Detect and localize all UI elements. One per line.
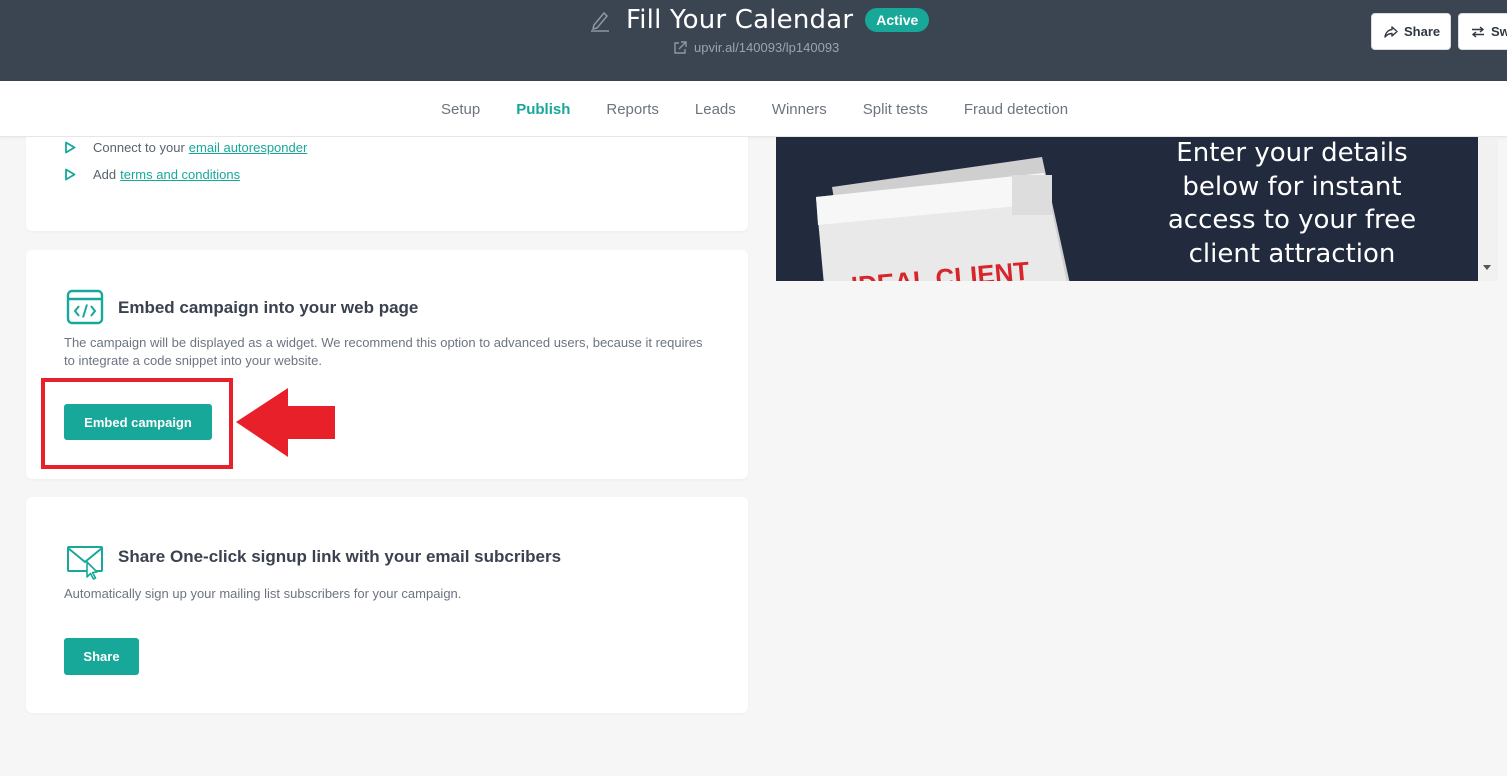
play-triangle-icon — [64, 168, 76, 181]
embed-card-title: Embed campaign into your web page — [118, 298, 419, 317]
terms-and-conditions-link[interactable]: terms and conditions — [120, 167, 240, 182]
swap-arrows-icon — [1471, 25, 1485, 38]
tab-split-tests[interactable]: Split tests — [863, 101, 928, 118]
tab-publish[interactable]: Publish — [516, 101, 570, 118]
scroll-down-arrow-icon[interactable] — [1481, 262, 1493, 272]
external-link-icon — [673, 40, 687, 55]
status-badge: Active — [865, 8, 930, 32]
tab-winners[interactable]: Winners — [772, 101, 827, 118]
header-share-button[interactable]: Share — [1371, 13, 1451, 50]
tab-reports[interactable]: Reports — [606, 101, 659, 118]
ebook-cover-image: IDEAL CLIENT — [816, 157, 1070, 281]
tab-leads[interactable]: Leads — [695, 101, 736, 118]
url-text[interactable]: upvir.al/140093/lp140093 — [694, 40, 839, 55]
share-arrow-icon — [1384, 25, 1398, 38]
email-autoresponder-link[interactable]: email autoresponder — [189, 140, 308, 155]
checklist-item-autoresponder: Connect to your email autoresponder — [64, 140, 307, 155]
top-header: Fill Your Calendar Active upvir.al/14009… — [0, 0, 1507, 81]
checklist-item-terms: Add terms and conditions — [64, 167, 240, 182]
highlight-annotation-box — [41, 378, 233, 469]
tab-bar: Setup Publish Reports Leads Winners Split tes… — [0, 81, 1507, 137]
preview-headline: Enter your details below for instant acc… — [1167, 138, 1417, 269]
red-arrow-icon — [236, 388, 335, 457]
checklist-item-text: Add — [93, 167, 117, 182]
play-triangle-icon — [64, 141, 76, 154]
share-card-title: Share One-click signup link with your em… — [118, 547, 562, 566]
code-window-icon — [66, 289, 104, 325]
campaign-url[interactable]: upvir.al/140093/lp140093 — [673, 40, 839, 55]
embed-card-description: The campaign will be displayed as a widg… — [64, 335, 703, 368]
checklist-item-text: Connect to your — [93, 140, 185, 155]
page-title[interactable]: Fill Your Calendar — [626, 5, 853, 35]
tabs: Setup Publish Reports Leads Winners Split tes… — [441, 101, 1104, 118]
tab-fraud-detection[interactable]: Fraud detection — [964, 101, 1068, 118]
header-switch-label: Sw — [1491, 24, 1507, 39]
header-switch-button[interactable]: Sw — [1458, 13, 1507, 50]
share-card-description: Automatically sign up your mailing list … — [64, 586, 462, 601]
campaign-preview[interactable]: IDEAL CLIENT Enter your details below fo… — [776, 137, 1498, 281]
preview-scrollbar[interactable] — [1478, 137, 1498, 281]
header-share-label: Share — [1404, 24, 1441, 39]
share-signup-card: Share One-click signup link with your em… — [26, 497, 748, 713]
share-link-button[interactable]: Share — [64, 638, 139, 675]
tab-setup[interactable]: Setup — [441, 101, 480, 118]
pencil-icon[interactable] — [588, 7, 612, 33]
envelope-cursor-icon — [66, 544, 104, 580]
title-row: Fill Your Calendar Active — [588, 5, 930, 35]
